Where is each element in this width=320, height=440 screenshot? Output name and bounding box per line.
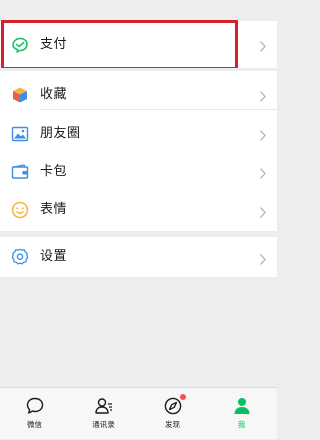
bottom-tab-bar: 微信 通讯录 发现 我 — [0, 387, 277, 439]
menu-item-settings[interactable]: 设置 — [0, 237, 277, 277]
moments-photo-icon — [10, 124, 30, 144]
menu-item-label: 支付 — [40, 37, 68, 52]
menu-item-cards[interactable]: 卡包 — [0, 148, 277, 195]
contacts-icon — [94, 396, 114, 416]
top-gap — [0, 0, 277, 20]
chevron-right-icon — [259, 165, 267, 179]
menu-item-label: 设置 — [40, 249, 68, 264]
tab-label: 通讯录 — [92, 420, 115, 429]
tab-discover[interactable]: 发现 — [138, 388, 207, 440]
tab-me[interactable]: 我 — [207, 388, 276, 440]
wallet-icon — [10, 162, 30, 182]
notification-badge — [180, 394, 186, 400]
person-icon — [232, 396, 252, 416]
menu-item-stickers[interactable]: 表情 — [0, 189, 277, 231]
favorites-cube-icon — [10, 85, 30, 105]
chevron-right-icon — [259, 127, 267, 141]
chevron-right-icon — [259, 204, 267, 218]
chevron-right-icon — [259, 88, 267, 102]
tab-label: 微信 — [27, 420, 42, 429]
menu-item-pay[interactable]: 支付 — [0, 21, 277, 68]
tab-label: 我 — [237, 420, 246, 429]
chat-bubble-icon — [25, 396, 45, 416]
pay-icon — [10, 35, 30, 55]
chevron-right-icon — [259, 251, 267, 265]
chevron-right-icon — [259, 38, 267, 52]
menu-item-label: 表情 — [40, 202, 68, 217]
gear-icon — [10, 247, 30, 267]
tab-label: 发现 — [165, 420, 180, 429]
tab-contacts[interactable]: 通讯录 — [69, 388, 138, 440]
menu-item-label: 卡包 — [40, 164, 68, 179]
smiley-icon — [10, 200, 30, 220]
tab-chats[interactable]: 微信 — [0, 388, 69, 440]
